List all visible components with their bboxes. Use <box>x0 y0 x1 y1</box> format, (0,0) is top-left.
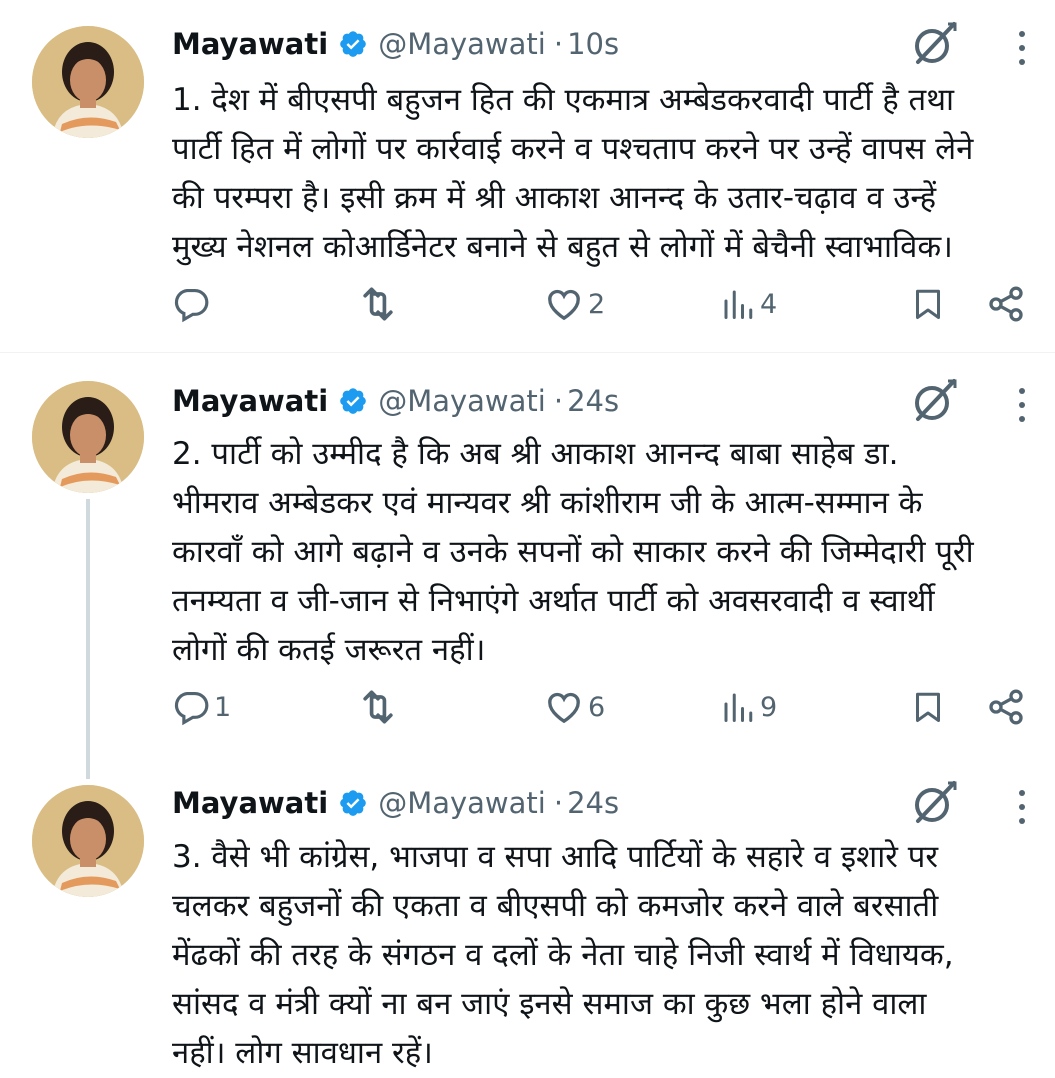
thread-connector-line <box>86 499 90 779</box>
user-handle[interactable]: @Mayawati <box>378 27 546 61</box>
views-chart-icon <box>720 689 756 725</box>
verified-badge-icon <box>338 29 368 59</box>
verified-badge-icon <box>338 788 368 818</box>
share-icon <box>986 284 1026 324</box>
repost-button[interactable] <box>356 280 404 328</box>
user-handle[interactable]: @Mayawati <box>378 786 546 820</box>
action-bar: 2 4 <box>172 280 1032 328</box>
avatar[interactable] <box>32 785 144 897</box>
grok-icon[interactable] <box>908 375 960 427</box>
bookmark-button[interactable] <box>910 280 946 328</box>
display-name[interactable]: Mayawati <box>172 384 328 418</box>
display-name[interactable]: Mayawati <box>172 27 328 61</box>
tweet-3[interactable]: Mayawati @Mayawati · 24s 3. वैसे भी कांग… <box>0 773 1055 1073</box>
avatar[interactable] <box>32 26 144 138</box>
tweet-text: 3. वैसे भी कांग्रेस, भाजपा व सपा आदि पार… <box>172 839 954 1071</box>
timestamp[interactable]: 10s <box>567 27 619 61</box>
tweet-1[interactable]: Mayawati @Mayawati · 10s 1. देश में बीएस… <box>0 0 1055 352</box>
share-button[interactable] <box>986 280 1026 328</box>
display-name[interactable]: Mayawati <box>172 786 328 820</box>
heart-icon <box>544 687 584 727</box>
like-button[interactable]: 2 <box>544 280 605 328</box>
reply-icon <box>172 285 210 323</box>
avatar[interactable] <box>32 381 144 493</box>
share-icon <box>986 687 1026 727</box>
views-chart-icon <box>720 286 756 322</box>
reply-icon <box>172 688 210 726</box>
repost-icon <box>356 282 400 326</box>
tweet-text: 2. पार्टी को उम्मीद है कि अब श्री आकाश आ… <box>172 436 974 668</box>
grok-icon[interactable] <box>908 777 960 829</box>
grok-icon[interactable] <box>908 18 960 70</box>
bookmark-button[interactable] <box>910 683 946 731</box>
timestamp[interactable]: 24s <box>567 384 619 418</box>
tweet-header: Mayawati @Mayawati · 24s <box>172 379 619 423</box>
bookmark-icon <box>910 687 946 727</box>
separator: · <box>553 27 564 61</box>
repost-button[interactable] <box>356 683 404 731</box>
timestamp[interactable]: 24s <box>567 786 619 820</box>
view-count: 4 <box>760 288 778 320</box>
views-button[interactable]: 9 <box>720 683 777 731</box>
more-vertical-icon[interactable] <box>1012 785 1032 829</box>
tweet-header: Mayawati @Mayawati · 24s <box>172 781 619 825</box>
action-bar: 1 6 9 <box>172 683 1032 731</box>
tweet-text: 1. देश में बीएसपी बहुजन हित की एकमात्र अ… <box>172 82 974 265</box>
like-count: 6 <box>588 691 606 723</box>
reply-button[interactable]: 1 <box>172 683 231 731</box>
user-handle[interactable]: @Mayawati <box>378 384 546 418</box>
tweet-2[interactable]: Mayawati @Mayawati · 24s 2. पार्टी को उम… <box>0 353 1055 779</box>
views-button[interactable]: 4 <box>720 280 777 328</box>
separator: · <box>553 384 564 418</box>
like-button[interactable]: 6 <box>544 683 605 731</box>
heart-icon <box>544 284 584 324</box>
like-count: 2 <box>588 288 606 320</box>
bookmark-icon <box>910 284 946 324</box>
repost-icon <box>356 685 400 729</box>
avatar-image <box>32 381 144 493</box>
more-vertical-icon[interactable] <box>1012 26 1032 70</box>
reply-button[interactable] <box>172 280 214 328</box>
separator: · <box>553 786 564 820</box>
avatar-image <box>32 785 144 897</box>
verified-badge-icon <box>338 386 368 416</box>
avatar-image <box>32 26 144 138</box>
tweet-header: Mayawati @Mayawati · 10s <box>172 22 619 66</box>
reply-count: 1 <box>214 691 232 723</box>
view-count: 9 <box>760 691 778 723</box>
share-button[interactable] <box>986 683 1026 731</box>
more-vertical-icon[interactable] <box>1012 383 1032 427</box>
